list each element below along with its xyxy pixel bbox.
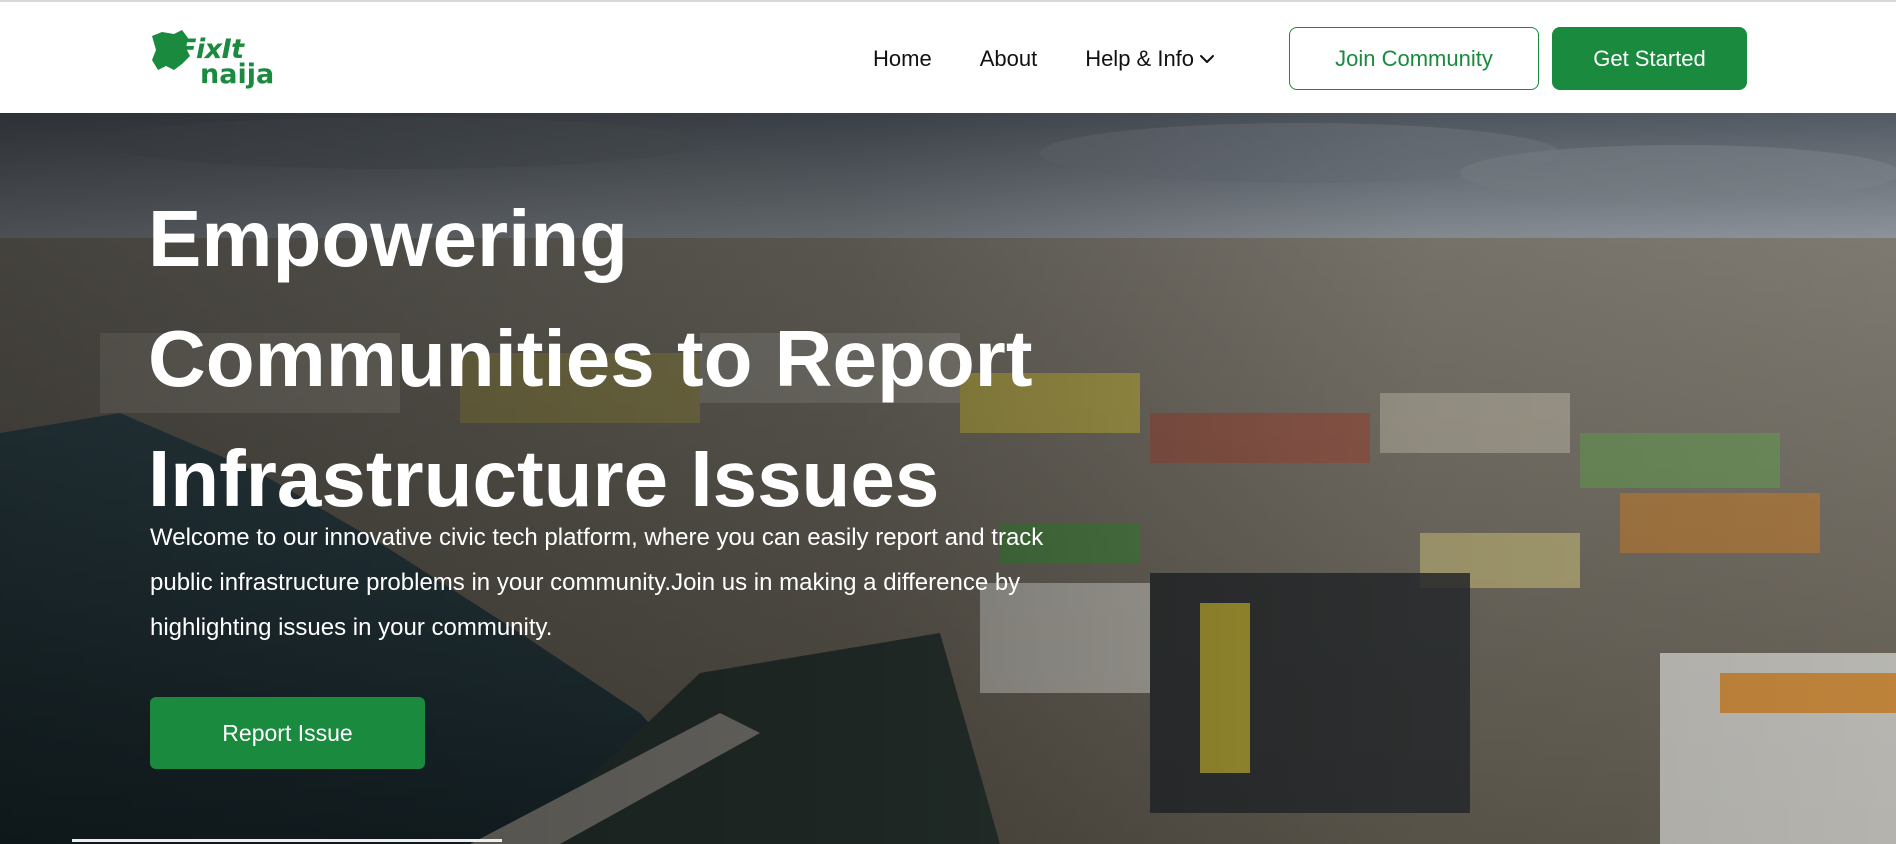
logo[interactable]: FixIt naija [148, 26, 288, 90]
get-started-button[interactable]: Get Started [1552, 27, 1747, 90]
nav-help-info-dropdown[interactable]: Help & Info [1085, 46, 1216, 72]
logo-text-bottom: naija [200, 59, 275, 90]
hero-subtitle: Welcome to our innovative civic tech pla… [150, 524, 1044, 641]
nav-home-link[interactable]: Home [873, 46, 932, 72]
chevron-down-icon [1200, 55, 1215, 63]
hero-title: Empowering Communities to Report Infrast… [148, 179, 1048, 539]
join-community-button[interactable]: Join Community [1289, 27, 1539, 90]
main-nav: Home About Help & Info [873, 46, 1216, 72]
hero-title-line: Communities to Report [148, 314, 1033, 403]
scroll-indicator [72, 839, 502, 842]
hero-section: Empowering Communities to Report Infrast… [0, 113, 1896, 844]
nav-about-link[interactable]: About [980, 46, 1038, 72]
hero-title-line: Empowering [148, 194, 629, 283]
hero-title-line: Infrastructure Issues [148, 434, 940, 523]
navbar: FixIt naija Home About Help & Info Join … [0, 2, 1896, 113]
report-issue-button[interactable]: Report Issue [150, 697, 425, 769]
nav-help-info-label: Help & Info [1085, 46, 1195, 71]
